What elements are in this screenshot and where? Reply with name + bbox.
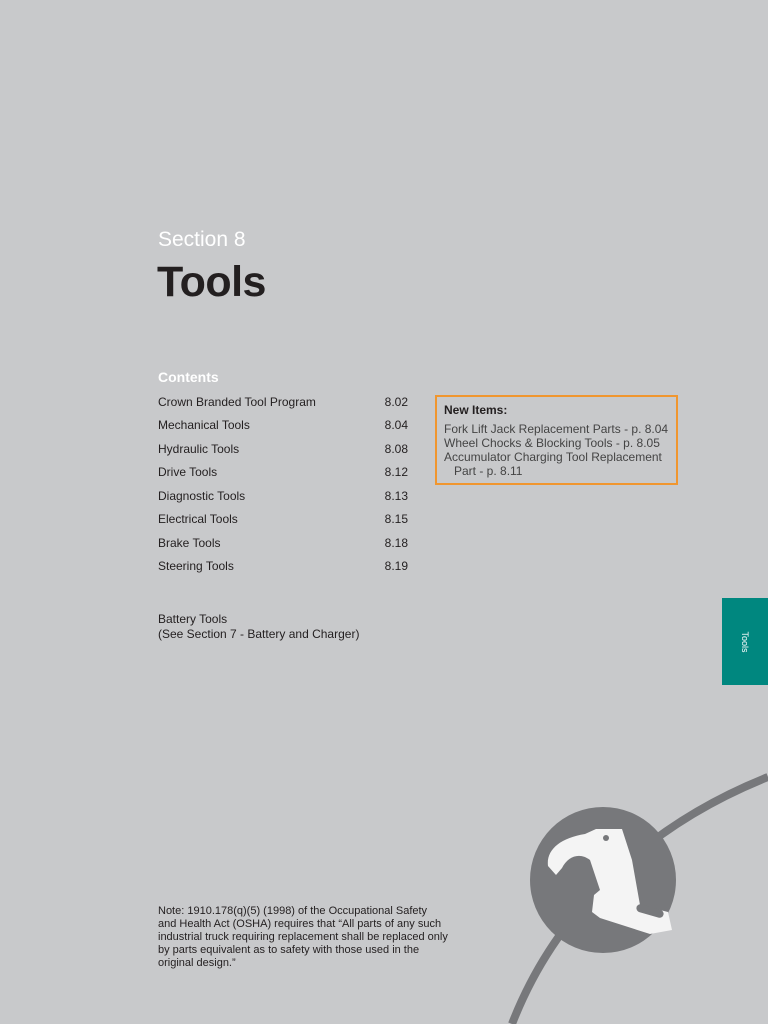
wrench-graphic [508,773,768,1024]
osha-note: Note: 1910.178(q)(5) (1998) of the Occup… [158,905,448,969]
